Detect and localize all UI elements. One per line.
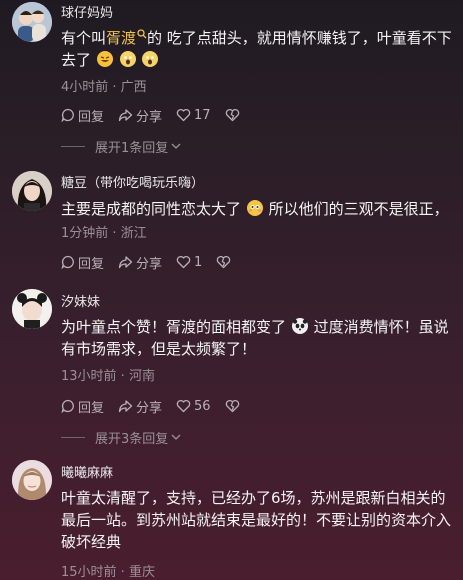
username[interactable]: 汐妹妹 — [61, 291, 100, 310]
search-keyword-link[interactable]: 胥渡 — [106, 29, 147, 47]
time-location: 1分钟前 · 浙江 — [61, 226, 147, 241]
share-label: 分享 — [136, 400, 163, 416]
reply-button[interactable]: 回复 — [61, 106, 104, 125]
comment-text: 主要是成都的同性恋太大了 所以他们的三观不是很正， — [61, 198, 457, 220]
reply-label: 回复 — [78, 400, 105, 416]
comment-actions: 回复 分享 1 — [61, 252, 248, 272]
reply-button[interactable]: 回复 — [61, 253, 104, 272]
share-arrow-icon — [118, 256, 133, 269]
reply-label: 回复 — [78, 256, 105, 272]
expand-replies-label: 展开3条回复 — [95, 431, 169, 447]
broken-heart-icon — [225, 399, 239, 413]
comment-text-part: 为叶童点个赞！胥渡的面相都变了 — [61, 318, 287, 336]
avatar[interactable] — [12, 2, 52, 42]
heart-icon — [176, 255, 191, 269]
like-button[interactable]: 1 — [176, 255, 202, 270]
avatar[interactable] — [12, 171, 52, 211]
comment-text: 为叶童点个赞！胥渡的面相都变了 过度消费情怀！虽说有市场需求，但是太频繁了！ — [61, 316, 457, 360]
chevron-down-icon — [171, 143, 181, 149]
avatar[interactable] — [12, 460, 52, 500]
share-button[interactable]: 分享 — [118, 397, 162, 416]
username[interactable]: 曦曦麻麻 — [61, 462, 113, 481]
dislike-button[interactable] — [216, 255, 234, 269]
comment-text-part: 主要是成都的同性恋太大了 — [61, 200, 242, 218]
username[interactable]: 球仔妈妈 — [61, 2, 113, 21]
broken-heart-icon — [217, 255, 231, 269]
share-label: 分享 — [136, 256, 163, 272]
comment-text: 有个叫胥渡的 吃了点甜头，就用情怀赚钱了，叶童看不下去了 — [61, 27, 457, 71]
time-location: 4小时前 · 广西 — [61, 80, 147, 95]
share-arrow-icon — [118, 400, 133, 413]
divider — [61, 436, 85, 438]
panda-emoji-icon — [291, 318, 308, 334]
share-button[interactable]: 分享 — [118, 253, 162, 272]
avatar[interactable] — [12, 289, 52, 329]
comment-bubble-icon — [61, 399, 74, 413]
heart-icon — [176, 399, 191, 413]
dislike-button[interactable] — [225, 399, 243, 413]
scream-emoji-icon — [119, 51, 136, 67]
comment-actions: 回复 分享 17 — [61, 105, 257, 125]
share-arrow-icon — [118, 109, 133, 122]
like-button[interactable]: 56 — [176, 399, 211, 414]
comment-text-part: 所以他们的三观不是很正， — [268, 200, 449, 218]
comment-bubble-icon — [61, 108, 74, 122]
expand-replies[interactable]: 展开3条回复 — [61, 428, 182, 447]
share-button[interactable]: 分享 — [118, 106, 162, 125]
heart-icon — [176, 108, 191, 122]
comment-bubble-icon — [61, 255, 74, 269]
comment-text: 叶童太清醒了，支持，已经办了6场，苏州是跟新白相关的最后一站。到苏州站就结束是最… — [61, 489, 452, 551]
like-count: 56 — [194, 398, 211, 414]
like-count: 1 — [194, 254, 203, 270]
reply-label: 回复 — [78, 109, 105, 125]
share-label: 分享 — [136, 109, 163, 125]
flushed-emoji-icon — [246, 200, 263, 216]
dislike-button[interactable] — [225, 108, 243, 122]
time-location: 15小时前 · 重庆 — [61, 565, 155, 580]
like-count: 17 — [194, 107, 211, 123]
keyword-label: 胥渡 — [106, 29, 137, 47]
comment-actions: 回复 分享 56 — [61, 396, 257, 416]
expand-replies[interactable]: 展开1条回复 — [61, 137, 182, 156]
search-icon — [137, 29, 147, 39]
divider — [61, 145, 85, 147]
time-location: 13小时前 · 河南 — [61, 369, 155, 384]
comment-text-part: 有个叫 — [61, 29, 107, 47]
expand-replies-label: 展开1条回复 — [95, 140, 169, 156]
broken-heart-icon — [225, 108, 239, 122]
username[interactable]: 糖豆（带你吃喝玩乐嗨） — [61, 172, 204, 191]
chevron-down-icon — [171, 434, 181, 440]
reply-button[interactable]: 回复 — [61, 397, 104, 416]
rofl-emoji-icon — [96, 51, 113, 67]
scream-emoji-icon — [142, 51, 159, 67]
like-button[interactable]: 17 — [176, 108, 211, 123]
